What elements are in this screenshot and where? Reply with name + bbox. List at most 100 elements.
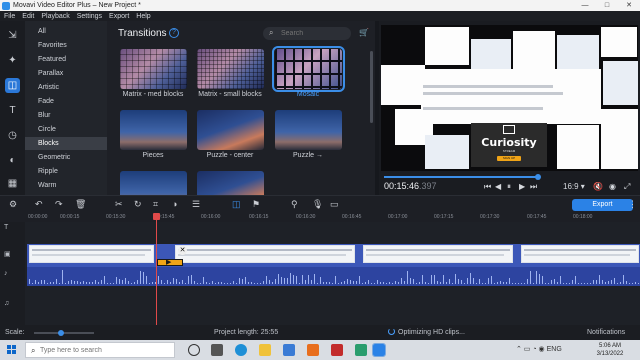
flag-icon[interactable]: ⚑ [252,199,260,210]
export-button[interactable]: Export [572,199,633,211]
file-explorer-icon[interactable] [259,344,271,356]
taskbar-search[interactable]: ⌕ [25,342,175,358]
search-input[interactable] [281,28,347,39]
category-item[interactable]: Featured [25,53,107,66]
notifications-button[interactable]: Notifications [587,329,625,336]
panel-scrollbar[interactable] [370,51,373,123]
category-item[interactable]: Warm [25,179,107,192]
store-icon[interactable] [283,344,295,356]
delete-icon[interactable]: 🗑 [75,199,86,210]
rotate-icon[interactable]: ↻ [134,199,142,210]
category-item[interactable]: Artistic [25,81,107,94]
transition-wizard-icon[interactable]: ◫ [232,199,241,210]
menu-settings[interactable]: Settings [77,13,102,20]
app-icon[interactable] [307,344,319,356]
audio-track-icon[interactable]: ♪ [4,270,8,277]
step-forward-icon[interactable]: ▶ [519,182,525,191]
category-item[interactable]: Blur [25,109,107,122]
menu-file[interactable]: File [4,13,15,20]
category-item[interactable]: Geometric [25,151,107,164]
undo-icon[interactable]: ↶ [35,199,43,210]
transition-thumb[interactable] [120,110,187,150]
pause-icon[interactable]: ⏸ [507,182,511,192]
playback-progress[interactable] [384,174,542,180]
help-icon[interactable]: ? [169,28,179,38]
transition-marker[interactable]: ▶ [157,259,183,266]
scale-handle[interactable] [58,330,64,336]
edge-icon[interactable] [235,344,247,356]
transition-thumb[interactable] [120,171,187,195]
category-item[interactable]: Circle [25,123,107,136]
menu-edit[interactable]: Edit [22,13,34,20]
category-item[interactable]: Fade [25,95,107,108]
taskbar-search-input[interactable] [40,345,170,356]
category-item[interactable]: Favorites [25,39,107,52]
progress-handle[interactable] [535,174,542,180]
clock[interactable]: 5:06 AM 3/13/2022 [592,342,628,358]
snapshot-icon[interactable]: ◉ [609,182,616,191]
transition-thumb-selected[interactable] [272,46,345,92]
app-icon[interactable] [331,344,343,356]
category-item[interactable]: Parallax [25,67,107,80]
record-audio-icon[interactable]: 🎙 [312,199,323,210]
video-track[interactable] [27,244,640,267]
text-track-icon[interactable]: T [4,224,8,231]
timeline-ruler[interactable]: 00:00:00 00:00:15 00:15:30 00:15:45 00:1… [0,213,640,222]
more-options-icon[interactable]: ⋮ [628,199,637,210]
cart-icon[interactable]: 🛒 [359,28,369,37]
video-clip[interactable] [175,245,355,263]
close-button[interactable]: ✕ [618,0,640,11]
volume-icon[interactable]: 🔇 [593,182,603,191]
playhead-handle[interactable] [153,213,160,220]
fullscreen-icon[interactable]: ⤢ [624,182,630,192]
filters-icon[interactable]: ◐ [5,153,20,168]
system-tray[interactable]: ⌃ ▭ ◔ ◉ ENG [516,345,562,353]
task-view-icon[interactable] [211,344,223,356]
import-icon[interactable]: ⇲ [5,28,20,43]
list-icon[interactable]: ☰ [192,199,200,210]
scale-slider[interactable] [34,330,94,336]
playhead[interactable] [156,213,157,325]
crop-icon[interactable]: ⌗ [153,199,158,210]
redo-icon[interactable]: ↷ [55,199,63,210]
transition-thumb[interactable] [197,49,264,89]
windows-start-icon[interactable] [7,345,17,355]
titles-icon[interactable]: T [5,103,20,118]
video-clip[interactable] [29,245,154,263]
video-clip[interactable] [363,245,513,263]
category-item[interactable]: All [25,25,107,38]
category-item[interactable]: Ripple [25,165,107,178]
video-track-icon[interactable]: ▣ [4,250,11,258]
music-track-icon[interactable]: ♫ [4,300,9,307]
video-clip[interactable] [521,245,639,263]
marker-icon[interactable]: ⚲ [291,199,298,210]
search-box[interactable]: ⌕ [263,27,351,40]
step-back-icon[interactable]: ◀ [495,182,501,191]
remove-transition-icon[interactable]: ✕ [178,246,187,255]
movavi-taskbar-icon[interactable] [372,343,386,357]
transition-thumb[interactable] [197,110,264,150]
transitions-icon[interactable]: ◫ [5,78,20,93]
magic-wand-icon[interactable]: ✦ [5,53,20,68]
menu-help[interactable]: Help [136,13,150,20]
menu-export[interactable]: Export [109,13,129,20]
audio-track[interactable] [27,267,640,286]
transition-thumb[interactable] [120,49,187,89]
more-icon[interactable]: ▦ [5,176,20,191]
webcam-icon[interactable]: ▭ [330,199,339,210]
cut-icon[interactable]: ✂ [115,199,123,210]
cortana-icon[interactable] [188,344,200,356]
minimize-button[interactable]: — [574,0,596,11]
settings-icon[interactable]: ⚙ [9,199,17,210]
skip-start-icon[interactable]: ⏮ [484,182,491,192]
maximize-button[interactable]: □ [596,0,618,11]
app-icon[interactable] [355,344,367,356]
menu-playback[interactable]: Playback [41,13,69,20]
skip-end-icon[interactable]: ⏭ [530,182,537,192]
aspect-ratio-select[interactable]: 16:9 ▾ [563,182,585,191]
stickers-icon[interactable]: ◷ [5,128,20,143]
color-adjust-icon[interactable]: ◑ [172,199,177,209]
transition-thumb[interactable] [197,171,264,195]
category-item-selected[interactable]: Blocks [25,137,107,150]
transition-thumb[interactable] [275,110,342,150]
